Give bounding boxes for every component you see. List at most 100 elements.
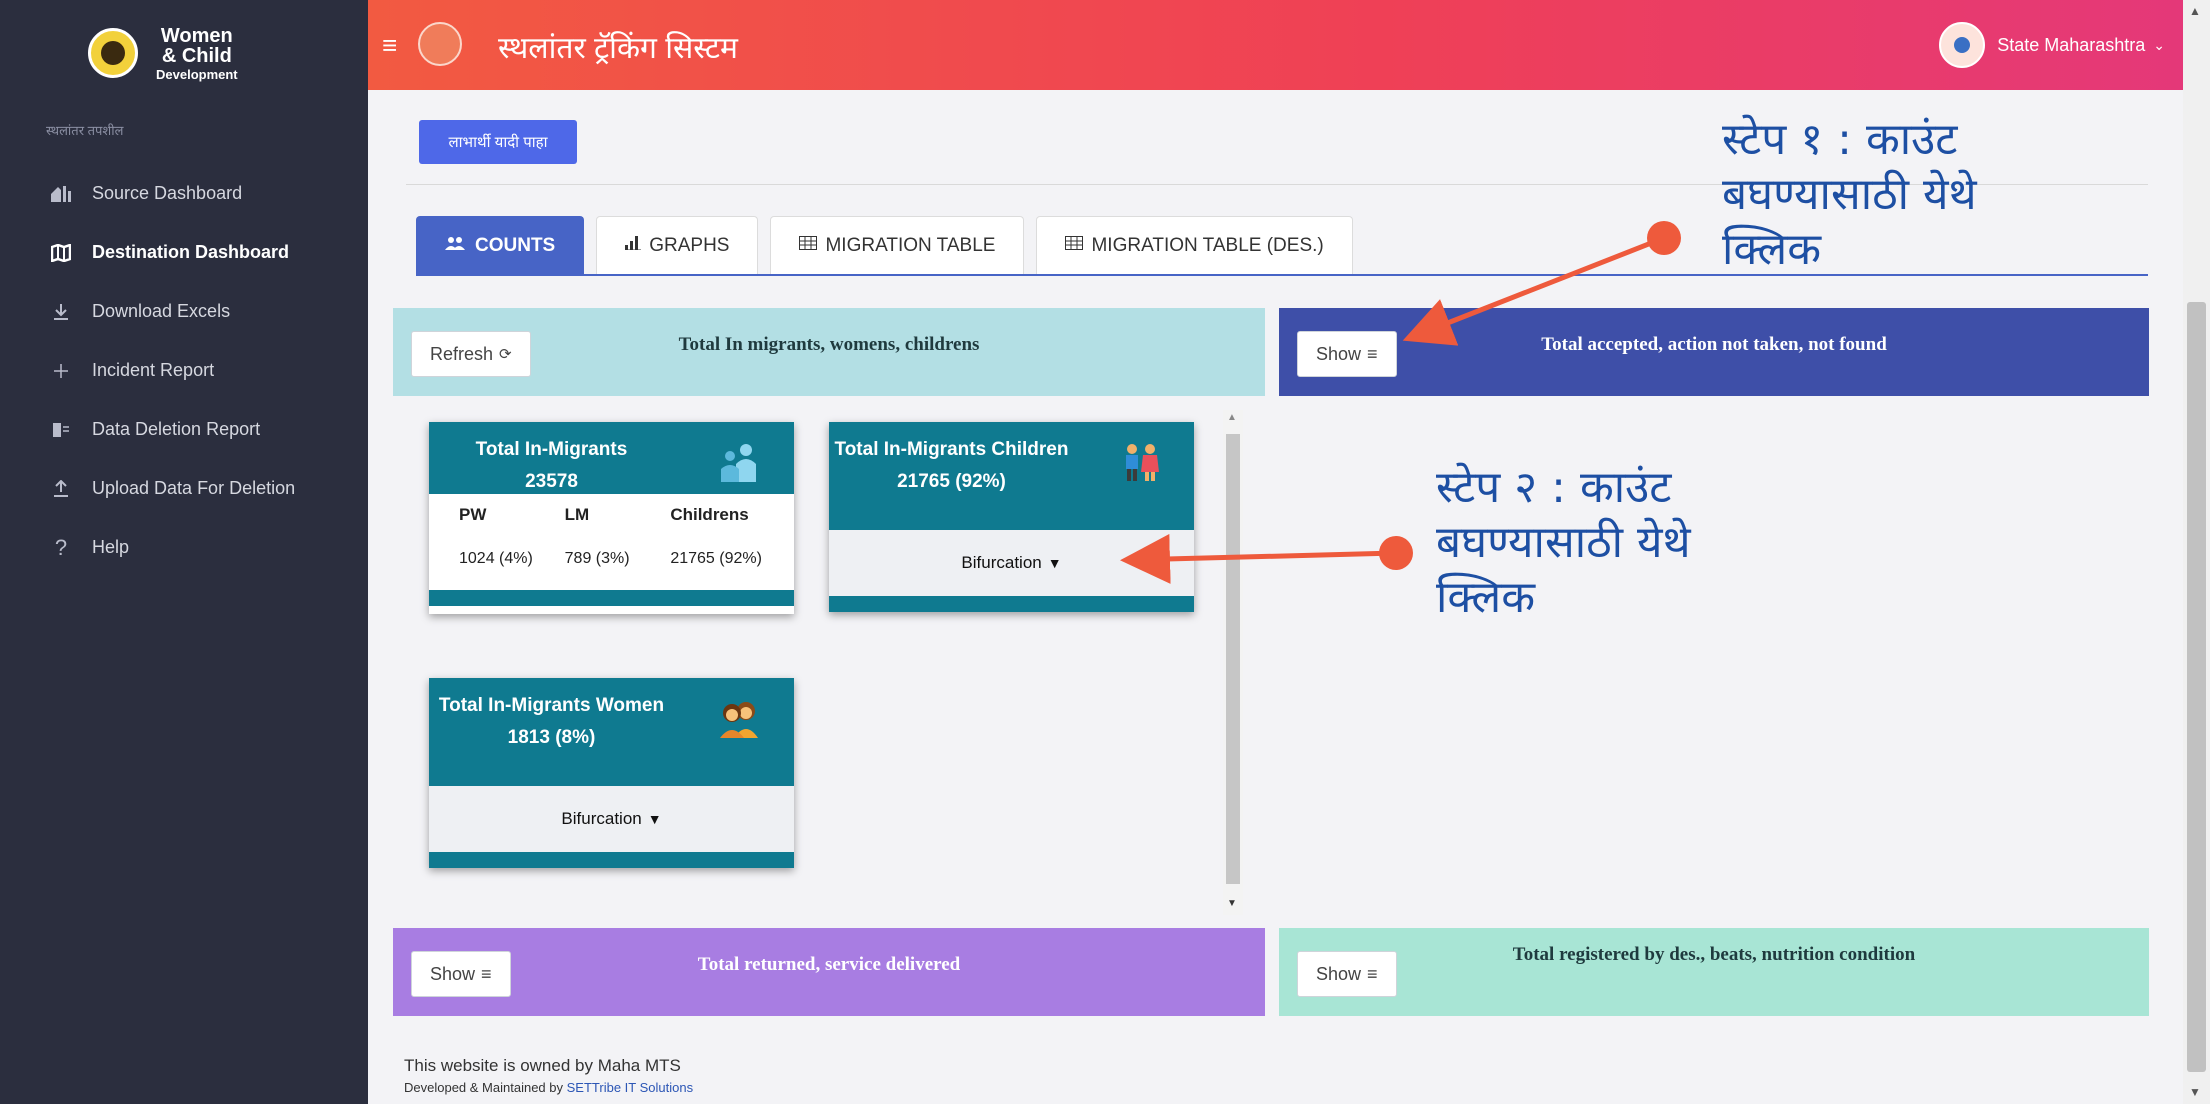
tab-label: GRAPHS bbox=[649, 234, 730, 256]
scroll-up-arrow-icon[interactable]: ▲ bbox=[1227, 412, 1237, 423]
sidebar: Women & Child Development स्थलांतर तपशील… bbox=[0, 0, 368, 1104]
card-footer-bar bbox=[429, 590, 794, 606]
panel-in-migrants: Total In migrants, womens, childrens Ref… bbox=[393, 308, 1265, 396]
card-title: Total In-Migrants Women 1813 (8%) bbox=[429, 678, 674, 754]
beneficiary-list-button[interactable]: लाभार्थी यादी पाहा bbox=[419, 120, 577, 164]
bifurcation-children-button[interactable]: Bifurcation ▼ bbox=[829, 530, 1194, 596]
sidebar-item-label: Destination Dashboard bbox=[92, 242, 290, 262]
app-title: स्थलांतर ट्रॅकिंग सिस्टम bbox=[498, 32, 738, 65]
sidebar-item-help[interactable]: ? Help bbox=[50, 518, 295, 577]
card-title-text: Total In-Migrants bbox=[475, 439, 628, 460]
page-scrollbar-thumb[interactable] bbox=[2187, 302, 2206, 1072]
scroll-up-arrow-icon[interactable]: ▲ bbox=[2189, 4, 2201, 18]
sidebar-item-label: Source Dashboard bbox=[92, 183, 243, 203]
hamburger-menu-icon[interactable]: ≡ bbox=[382, 30, 397, 61]
button-label: Show bbox=[1316, 963, 1362, 984]
stat-header-lm: LM bbox=[564, 505, 590, 524]
annotation-step-1: स्टेप १ : काउंट बघण्यासाठी येथे क्लिक bbox=[1722, 114, 1977, 275]
user-menu[interactable]: State Maharashtra ⌄ bbox=[1939, 22, 2165, 68]
filter-icon: ▼ bbox=[1047, 555, 1062, 571]
tab-counts[interactable]: COUNTS bbox=[416, 216, 585, 274]
show-returned-button[interactable]: Show ≡ bbox=[411, 951, 511, 997]
sort-lines-icon: ≡ bbox=[1367, 343, 1378, 364]
show-accepted-button[interactable]: Show ≡ bbox=[1297, 331, 1397, 377]
card-title-text: Total In-Migrants Women bbox=[438, 695, 665, 716]
footer-developer: Developed & Maintained by SETTribe IT So… bbox=[404, 1080, 693, 1095]
users-icon bbox=[445, 236, 467, 255]
scroll-down-arrow-icon[interactable]: ▼ bbox=[2189, 1085, 2201, 1099]
card-in-migrants-children: Total In-Migrants Children 21765 (92%) B… bbox=[829, 422, 1194, 612]
stat-header-pw: PW bbox=[459, 505, 487, 524]
chevron-down-icon: ⌄ bbox=[2153, 36, 2165, 53]
app-logo-icon bbox=[418, 22, 462, 66]
button-label: Show bbox=[430, 963, 476, 984]
sidebar-item-data-deletion-report[interactable]: Data Deletion Report bbox=[50, 400, 295, 459]
card-header: Total In-Migrants Women 1813 (8%) bbox=[429, 678, 794, 786]
sidebar-item-destination-dashboard[interactable]: Destination Dashboard bbox=[50, 223, 295, 282]
tab-label: COUNTS bbox=[475, 234, 556, 256]
top-header: ≡ स्थलांतर ट्रॅकिंग सिस्टम State Maharas… bbox=[368, 0, 2210, 90]
button-label: Bifurcation bbox=[561, 809, 642, 828]
question-icon: ? bbox=[54, 534, 68, 560]
footer-company-link[interactable]: SETTribe IT Solutions bbox=[567, 1080, 693, 1095]
card-stats: PW LM Childrens 1024 (4%) 789 (3%) 21765… bbox=[429, 494, 794, 590]
people-icon bbox=[721, 444, 756, 482]
list-icon bbox=[50, 419, 72, 441]
tab-label: MIGRATION TABLE (DES.) bbox=[1091, 234, 1324, 256]
panel-title: Total accepted, action not taken, not fo… bbox=[1541, 334, 1887, 355]
sidebar-item-incident-report[interactable]: Incident Report bbox=[50, 341, 295, 400]
card-value: 23578 bbox=[525, 471, 578, 492]
sidebar-item-source-dashboard[interactable]: Source Dashboard bbox=[50, 164, 295, 223]
sidebar-item-label: Incident Report bbox=[92, 360, 215, 380]
cards-scrollbar[interactable]: ▲ ▼ bbox=[1223, 410, 1243, 915]
brand-text: Women & Child Development bbox=[156, 26, 238, 81]
footer: This website is owned by Maha MTS Develo… bbox=[404, 1056, 693, 1095]
brand-line1: Women bbox=[160, 25, 233, 47]
table-icon bbox=[1065, 236, 1084, 255]
tab-bar: COUNTS GRAPHS MIGRATION TABLE MIGRATION … bbox=[416, 216, 1365, 274]
annotation-step-2: स्टेप २ : काउंट बघण्यासाठी येथे क्लिक bbox=[1436, 462, 1691, 623]
card-title: Total In-Migrants 23578 bbox=[429, 422, 674, 498]
sidebar-item-label: Download Excels bbox=[92, 301, 231, 321]
cards-scrollbar-thumb[interactable] bbox=[1226, 434, 1240, 884]
card-footer-bar bbox=[829, 596, 1194, 612]
brand-line3: Development bbox=[156, 67, 238, 82]
home-chart-icon bbox=[50, 183, 72, 205]
brand-logo-block[interactable]: Women & Child Development bbox=[88, 22, 288, 82]
sidebar-item-label: Upload Data For Deletion bbox=[92, 478, 296, 498]
footer-developed-text: Developed & Maintained by bbox=[404, 1080, 563, 1095]
bifurcation-women-button[interactable]: Bifurcation ▼ bbox=[429, 786, 794, 852]
sort-lines-icon: ≡ bbox=[1367, 963, 1378, 984]
button-label: Refresh bbox=[430, 343, 494, 364]
panel-accepted: Total accepted, action not taken, not fo… bbox=[1279, 308, 2149, 396]
card-value: 21765 (92%) bbox=[897, 471, 1006, 492]
women-icon bbox=[720, 702, 758, 738]
filter-icon: ▼ bbox=[647, 811, 662, 827]
children-icon bbox=[1126, 444, 1159, 481]
sidebar-nav: Source Dashboard Destination Dashboard D… bbox=[50, 164, 295, 577]
stat-value-lm: 789 (3%) bbox=[564, 550, 630, 567]
tab-migration-table[interactable]: MIGRATION TABLE bbox=[770, 216, 1025, 274]
show-registered-button[interactable]: Show ≡ bbox=[1297, 951, 1397, 997]
tab-graphs[interactable]: GRAPHS bbox=[596, 216, 759, 274]
tab-migration-table-des[interactable]: MIGRATION TABLE (DES.) bbox=[1036, 216, 1353, 274]
stat-header-children: Childrens bbox=[670, 505, 749, 524]
card-title-text: Total In-Migrants Children bbox=[834, 439, 1069, 460]
card-total-in-migrants: Total In-Migrants 23578 PW LM Childrens … bbox=[429, 422, 794, 614]
card-footer-bar bbox=[429, 852, 794, 868]
refresh-button[interactable]: Refresh ⟳ bbox=[411, 331, 531, 377]
sidebar-item-download-excels[interactable]: Download Excels bbox=[50, 282, 295, 341]
tab-label: MIGRATION TABLE bbox=[825, 234, 996, 256]
sidebar-item-upload-data[interactable]: Upload Data For Deletion bbox=[50, 459, 295, 518]
user-avatar bbox=[1939, 22, 1986, 68]
panel-returned: Total returned, service delivered Show ≡ bbox=[393, 928, 1265, 1016]
map-icon bbox=[50, 242, 72, 264]
scroll-down-arrow-icon[interactable]: ▼ bbox=[1227, 898, 1237, 909]
footer-owner: This website is owned by Maha MTS bbox=[404, 1056, 681, 1075]
card-value: 1813 (8%) bbox=[507, 727, 596, 748]
card-in-migrants-women: Total In-Migrants Women 1813 (8%) Bifurc… bbox=[429, 678, 794, 868]
brand-line2: & Child bbox=[161, 45, 232, 67]
stat-value-children: 21765 (92%) bbox=[670, 550, 762, 567]
button-label: Bifurcation bbox=[961, 553, 1042, 572]
bar-chart-icon bbox=[625, 236, 642, 255]
